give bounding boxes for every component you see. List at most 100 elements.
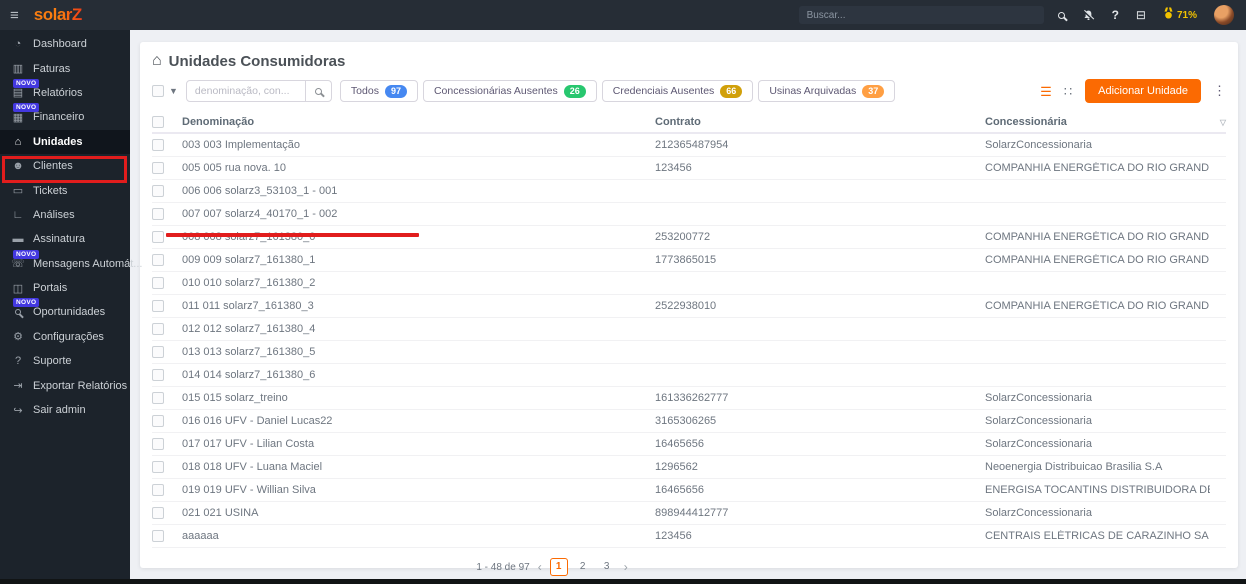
page-button-1[interactable]: 1	[549, 558, 568, 576]
table-search-button[interactable]	[305, 80, 332, 102]
table-row[interactable]: 013 013 solarz7_161380_5	[152, 341, 1226, 364]
table-row[interactable]: 011 011 solarz7_161380_3 2522938010 COMP…	[152, 295, 1226, 318]
table-row[interactable]: 014 014 solarz7_161380_6	[152, 364, 1226, 387]
more-options-icon[interactable]: ⋮	[1213, 83, 1226, 99]
cell-denominacao: aaaaaa	[182, 530, 219, 542]
next-page-icon[interactable]: ›	[624, 560, 628, 574]
row-checkbox[interactable]	[152, 438, 164, 450]
sidebar-item-suporte[interactable]: ? Suporte	[0, 349, 130, 373]
row-checkbox[interactable]	[152, 162, 164, 174]
list-view-icon[interactable]: ☰	[1040, 85, 1052, 98]
gamification-score[interactable]: 71%	[1163, 7, 1197, 23]
grid-view-icon[interactable]: ∷	[1064, 85, 1073, 98]
table-row[interactable]: 003 003 Implementação 212365487954 Solar…	[152, 134, 1226, 157]
row-checkbox[interactable]	[152, 300, 164, 312]
table-row[interactable]: 008 008 solarz7_161380_0 253200772 COMPA…	[152, 226, 1226, 249]
table-row[interactable]: 016 016 UFV - Daniel Lucas22 3165306265 …	[152, 410, 1226, 433]
table-row[interactable]: 007 007 solarz4_40170_1 - 002	[152, 203, 1226, 226]
table-row[interactable]: 019 019 UFV - Willian Silva 16465656 ENE…	[152, 479, 1226, 502]
row-checkbox[interactable]	[152, 369, 164, 381]
cell-concessionaria: COMPANHIA ENERGÉTICA DO RIO GRANDE DO NO…	[985, 300, 1210, 312]
row-checkbox[interactable]	[152, 139, 164, 151]
sidebar-item-dashboard[interactable]: ◔ Dashboard	[0, 32, 130, 56]
sidebar-item-financeiro[interactable]: NOVO ▦ Financeiro	[0, 103, 130, 129]
cell-contrato: 123456	[655, 162, 692, 174]
cell-contrato: 161336262777	[655, 392, 729, 404]
search-icon[interactable]	[1057, 11, 1065, 19]
table-row[interactable]: 017 017 UFV - Lilian Costa 16465656 Sola…	[152, 433, 1226, 456]
chevron-down-icon[interactable]: ▼	[169, 86, 178, 96]
sidebar-item-mensagens-automaticas[interactable]: NOVO ☏ Mensagens Automát...	[0, 249, 142, 276]
row-checkbox[interactable]	[152, 277, 164, 289]
sidebar-item-clientes[interactable]: ☻ Clientes	[0, 154, 130, 178]
table-row[interactable]: 010 010 solarz7_161380_2	[152, 272, 1226, 295]
table-row[interactable]: 005 005 rua nova. 10 123456 COMPANHIA EN…	[152, 157, 1226, 180]
table-row[interactable]: aaaaaa 123456 CENTRAIS ELÉTRICAS DE CARA…	[152, 525, 1226, 548]
table-row[interactable]: 021 021 USINA 898944412777 SolarzConcess…	[152, 502, 1226, 525]
column-concessionaria[interactable]: Concessionária	[985, 116, 1210, 128]
sidebar-item-label: Sair admin	[33, 404, 86, 417]
filter-count-badge: 37	[862, 84, 885, 98]
table-search-input[interactable]	[185, 80, 306, 102]
add-unit-button[interactable]: Adicionar Unidade	[1085, 79, 1201, 103]
table-row[interactable]: 015 015 solarz_treino 161336262777 Solar…	[152, 387, 1226, 410]
filter-concessionarias-ausentes[interactable]: Concessionárias Ausentes 26	[422, 80, 597, 102]
novo-badge: NOVO	[13, 78, 40, 88]
table-row[interactable]: 009 009 solarz7_161380_1 1773865015 COMP…	[152, 249, 1226, 272]
help-icon[interactable]: ?	[1112, 9, 1119, 21]
sidebar-item-sair-admin[interactable]: ↪ Sair admin	[0, 398, 130, 422]
medal-value: 71%	[1176, 9, 1197, 21]
pagination: 1 - 48 de 97 ‹ 123 ›	[152, 554, 952, 580]
sidebar-item-relatorios[interactable]: NOVO ▤ Relatórios	[0, 78, 130, 105]
solarz-logo: solarZ	[33, 5, 83, 24]
column-denominacao[interactable]: Denominação	[182, 116, 655, 128]
cell-denominacao: 015 015 solarz_treino	[182, 392, 288, 404]
sidebar-item-unidades[interactable]: ⌂ Unidades	[0, 129, 130, 154]
subscription-icon: ▬	[12, 233, 24, 246]
sidebar-item-label: Assinatura	[33, 233, 85, 246]
bell-slash-icon[interactable]	[1082, 9, 1095, 22]
row-checkbox[interactable]	[152, 392, 164, 404]
bottom-strip	[0, 579, 1246, 584]
cell-contrato: 3165306265	[655, 415, 717, 427]
save-icon[interactable]: ⊟	[1136, 9, 1146, 21]
sidebar-item-portais[interactable]: ◫ Portais	[0, 276, 130, 300]
row-checkbox[interactable]	[152, 323, 164, 335]
sidebar-item-assinatura[interactable]: ▬ Assinatura	[0, 227, 130, 251]
filter-credenciais-ausentes[interactable]: Credenciais Ausentes 66	[601, 80, 754, 102]
row-checkbox[interactable]	[152, 254, 164, 266]
filter-todos[interactable]: Todos 97	[339, 80, 418, 102]
sidebar-item-exportar-relatorios[interactable]: ⇥ Exportar Relatórios	[0, 373, 130, 397]
page-button-3[interactable]: 3	[598, 558, 616, 576]
prev-page-icon[interactable]: ‹	[538, 560, 542, 574]
table-row[interactable]: 006 006 solarz3_53103_1 - 001	[152, 180, 1226, 203]
row-checkbox[interactable]	[152, 530, 164, 542]
row-checkbox[interactable]	[152, 461, 164, 473]
table-row[interactable]: 012 012 solarz7_161380_4	[152, 318, 1226, 341]
filter-label: Usinas Arquivadas	[769, 85, 857, 97]
sidebar-item-tickets[interactable]: ▭ Tickets	[0, 178, 130, 202]
row-checkbox[interactable]	[152, 185, 164, 197]
logout-icon: ↪	[13, 404, 23, 417]
filter-funnel-icon[interactable]: ▽	[1210, 118, 1226, 127]
filter-count-badge: 26	[563, 84, 586, 98]
page-button-2[interactable]: 2	[574, 558, 592, 576]
sidebar-item-analises[interactable]: ∟ Análises	[0, 203, 130, 227]
sidebar-item-configuracoes[interactable]: ⚙ Configurações	[0, 325, 130, 349]
row-checkbox[interactable]	[152, 415, 164, 427]
header-checkbox[interactable]	[152, 116, 164, 128]
row-checkbox[interactable]	[152, 484, 164, 496]
row-checkbox[interactable]	[152, 208, 164, 220]
global-search-input[interactable]	[798, 6, 1044, 24]
column-contrato[interactable]: Contrato	[655, 116, 985, 128]
filter-usinas-arquivadas[interactable]: Usinas Arquivadas 37	[758, 80, 896, 102]
menu-icon[interactable]: ≡	[10, 8, 19, 23]
row-checkbox[interactable]	[152, 231, 164, 243]
row-checkbox[interactable]	[152, 346, 164, 358]
select-all-checkbox[interactable]	[152, 85, 164, 97]
avatar[interactable]	[1214, 5, 1234, 25]
table-row[interactable]: 018 018 UFV - Luana Maciel 1296562 Neoen…	[152, 456, 1226, 479]
row-checkbox[interactable]	[152, 507, 164, 519]
sidebar-item-oportunidades[interactable]: NOVO Oportunidades	[0, 298, 130, 324]
sidebar-item-faturas[interactable]: ▥ Faturas	[0, 56, 130, 80]
